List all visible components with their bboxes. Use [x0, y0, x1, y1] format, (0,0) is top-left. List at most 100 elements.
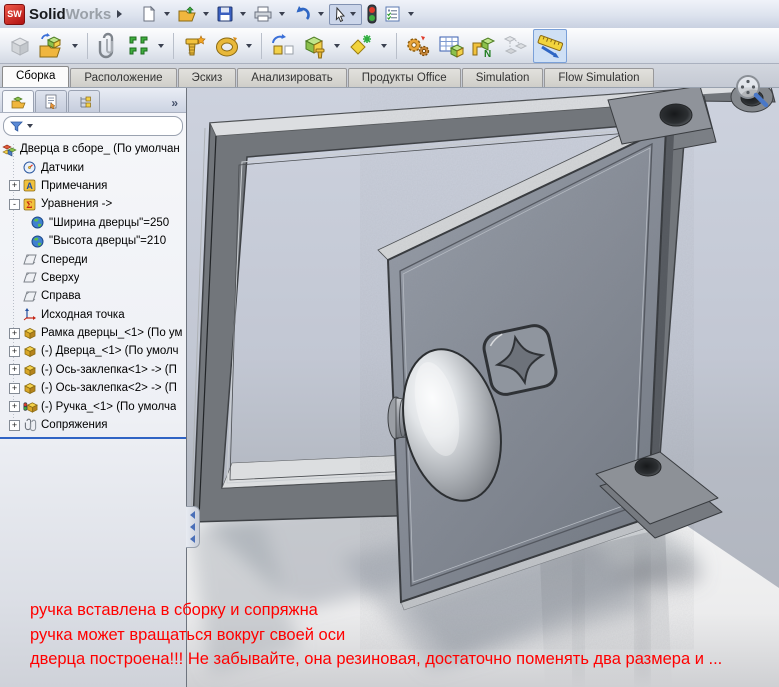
featuremanager-tab[interactable] [2, 90, 34, 112]
dropdown-caret-icon[interactable] [334, 44, 340, 48]
tree-divider [0, 437, 186, 439]
smart-fasteners-button[interactable] [180, 30, 210, 62]
tree-item-annotations[interactable]: + A Примечания [0, 177, 186, 195]
dropdown-caret-icon[interactable] [350, 12, 356, 16]
configurationmanager-tab[interactable] [68, 90, 100, 112]
part-icon [23, 344, 38, 358]
tab-sketch[interactable]: Эскиз [178, 68, 237, 87]
expand-toggle[interactable]: + [9, 328, 20, 339]
open-icon [177, 5, 197, 23]
collapse-arrow-icon [190, 511, 195, 519]
propertymanager-tab[interactable] [35, 90, 67, 112]
dropdown-caret-icon[interactable] [381, 44, 387, 48]
dropdown-caret-icon[interactable] [240, 12, 246, 16]
mate-button[interactable] [94, 30, 122, 62]
panel-splitter-handle[interactable] [186, 506, 200, 548]
sensors-icon [23, 161, 38, 174]
tree-item-plane-top[interactable]: Сверху [0, 269, 186, 287]
tab-flow-simulation[interactable]: Flow Simulation [544, 68, 653, 87]
print-button[interactable] [251, 4, 275, 24]
dropdown-caret-icon[interactable] [72, 44, 78, 48]
selection-filter-button[interactable] [364, 3, 380, 25]
tree-item-frame-part[interactable]: + Рамка дверцы_<1> (По ум [0, 324, 186, 342]
save-button[interactable] [214, 4, 236, 24]
panel-overflow-chevron[interactable]: » [171, 96, 184, 112]
tab-layout[interactable]: Расположение [70, 68, 176, 87]
dropdown-caret-icon[interactable] [408, 12, 414, 16]
commandmanager-tabs: Сборка Расположение Эскиз Анализировать … [0, 64, 779, 87]
tab-simulation[interactable]: Simulation [462, 68, 544, 87]
expand-toggle[interactable]: + [9, 346, 20, 357]
dropdown-caret-icon[interactable] [279, 12, 285, 16]
svg-text:A: A [26, 181, 33, 191]
expand-toggle[interactable]: + [9, 420, 20, 431]
expand-toggle[interactable]: - [9, 199, 20, 210]
tab-assembly[interactable]: Сборка [2, 66, 69, 87]
dropdown-caret-icon[interactable] [203, 12, 209, 16]
solidworks-logo-icon: SW [4, 4, 25, 25]
new-document-button[interactable] [138, 4, 160, 24]
brand-text: SolidWorks [29, 6, 111, 23]
expand-toggle[interactable]: + [9, 180, 20, 191]
tree-item-root-assembly[interactable]: Дверца в сборе_ (По умолчан [0, 140, 186, 158]
origin-icon [23, 308, 38, 321]
tree-item-equation-height[interactable]: "Высота дверцы"=210 [0, 232, 186, 250]
undo-button[interactable] [290, 4, 314, 24]
tree-filter-box[interactable] [3, 116, 183, 136]
svg-text:N: N [484, 49, 491, 59]
magnifier-icon[interactable] [731, 72, 775, 116]
tree-item-plane-right[interactable]: Справа [0, 287, 186, 305]
solidworks-window: SW SolidWorks N [0, 0, 779, 686]
instant3d-button[interactable] [533, 29, 567, 63]
bill-of-materials-button[interactable] [436, 31, 466, 61]
tree-item-handle-part[interactable]: + (-) Ручка_<1> (По умолча [0, 397, 186, 415]
move-component-button[interactable] [213, 31, 241, 61]
dropdown-caret-icon[interactable] [318, 12, 324, 16]
show-hidden-components-button[interactable] [268, 31, 298, 61]
expand-toggle[interactable]: + [9, 383, 20, 394]
annotation-line-2: ручка может вращаться вокруг своей оси [30, 623, 722, 648]
panel-tabs: » [0, 88, 186, 113]
equations-icon: Σ [23, 198, 38, 211]
tree-item-equation-width[interactable]: "Ширина дверцы"=250 [0, 214, 186, 232]
options-list-button[interactable] [382, 4, 404, 24]
menu-expand-arrow-icon[interactable] [117, 10, 122, 18]
open-button[interactable] [175, 4, 199, 24]
tab-office-products[interactable]: Продукты Office [348, 68, 461, 87]
tree-item-equations[interactable]: - Σ Уравнения -> [0, 195, 186, 213]
tree-item-plane-front[interactable]: Спереди [0, 250, 186, 268]
dropdown-caret-icon[interactable] [246, 44, 252, 48]
exploded-view-icon [501, 33, 529, 59]
dropdown-caret-icon[interactable] [27, 124, 33, 128]
insert-components-icon [38, 32, 66, 60]
tree-item-axis-rivet-1[interactable]: + (-) Ось-заклепка<1> -> (П [0, 361, 186, 379]
tab-evaluate[interactable]: Анализировать [237, 68, 346, 87]
linear-component-pattern-button[interactable] [125, 31, 153, 61]
tree-item-origin[interactable]: Исходная точка [0, 306, 186, 324]
dropdown-caret-icon[interactable] [164, 12, 170, 16]
solidworks-brand: SW SolidWorks [0, 4, 124, 25]
smart-fasteners-icon [181, 32, 209, 60]
new-document-icon [140, 5, 158, 23]
select-tool-button[interactable] [329, 4, 362, 25]
tree-item-mates[interactable]: + Сопряжения [0, 416, 186, 434]
insert-components-button[interactable] [37, 30, 67, 62]
tree-item-door-part[interactable]: + (-) Дверца_<1> (По умолч [0, 342, 186, 360]
exploded-view-button [500, 31, 530, 61]
edit-component-icon [7, 33, 33, 59]
motion-study-button[interactable] [403, 31, 433, 61]
dropdown-caret-icon[interactable] [158, 44, 164, 48]
new-part-icon: N [470, 33, 496, 59]
svg-text:Σ: Σ [26, 201, 32, 211]
save-icon [216, 5, 234, 23]
expand-toggle[interactable]: + [9, 364, 20, 375]
new-part-button[interactable]: N [469, 31, 497, 61]
motion-study-icon [404, 33, 432, 59]
tree-item-axis-rivet-2[interactable]: + (-) Ось-заклепка<2> -> (П [0, 379, 186, 397]
expand-toggle[interactable]: + [9, 401, 20, 412]
assembly-toolbar: N [0, 28, 779, 64]
assembly-features-button[interactable] [301, 31, 329, 61]
tree-item-sensors[interactable]: Датчики [0, 158, 186, 176]
edit-component-button [6, 31, 34, 61]
reference-geometry-button[interactable] [346, 30, 376, 62]
